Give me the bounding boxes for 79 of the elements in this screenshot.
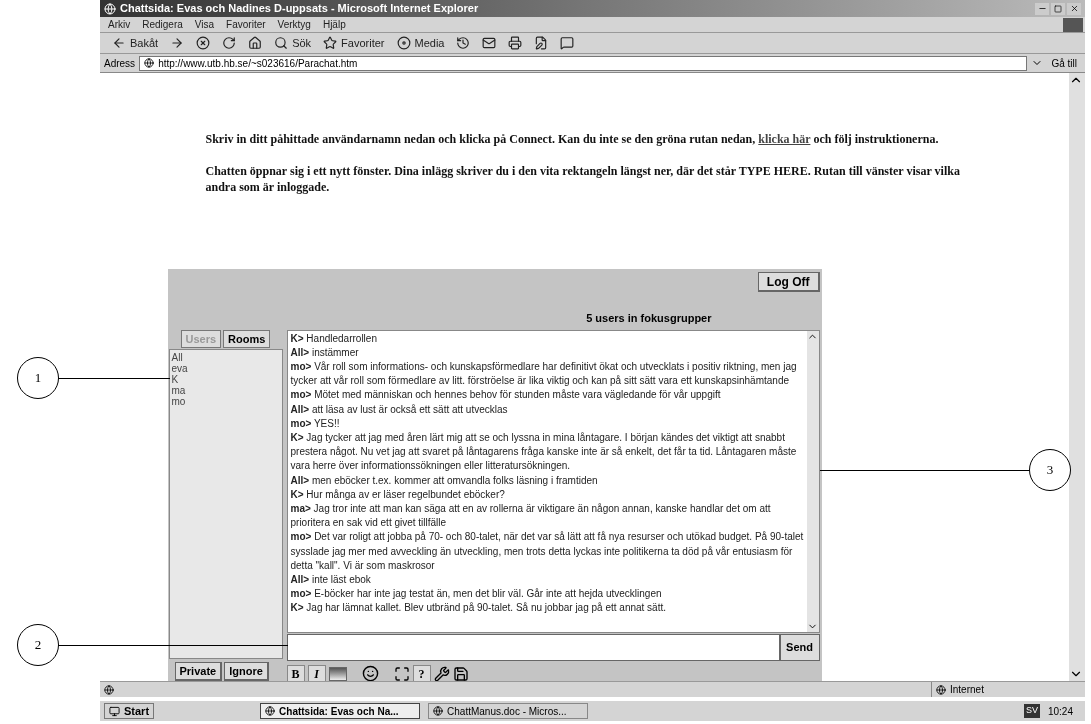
menu-item[interactable]: Redigera	[142, 17, 183, 32]
window-icon	[265, 706, 276, 716]
chat-bubble-icon	[560, 36, 575, 50]
page-icon	[144, 58, 155, 68]
message-input[interactable]	[286, 633, 780, 661]
address-field[interactable]: http://www.utb.hb.se/~s023616/Parachat.htm	[139, 55, 1028, 71]
address-label: Adress	[104, 56, 136, 71]
security-zone: Internet	[950, 683, 984, 697]
window-title: Chattsida: Evas och Nadines D-uppsats - Microsoft Internet Explorer	[120, 1, 479, 17]
menu-item[interactable]: Hjälp	[322, 17, 346, 32]
chat-message: mo> YES!!	[290, 416, 341, 431]
user-name[interactable]: mo	[171, 395, 282, 407]
page-scrollbar[interactable]	[1069, 73, 1085, 681]
search-icon	[274, 36, 289, 50]
user-name[interactable]: ma	[171, 384, 282, 396]
toolbar-button[interactable]: Favoriter	[319, 34, 389, 52]
globe-icon	[936, 684, 946, 695]
printer-icon	[508, 36, 523, 50]
edit-icon	[534, 36, 549, 50]
wrench-icon[interactable]	[433, 665, 450, 682]
chat-message: K> Jag tycker att jag med åren lärt mig att se och lyssna in mina låntagare. I början kändes det viktigt att snabbt prestera något. Nu vet jag att svaret på låntagarens fråga kanske inte är så enkelt, det får ta tid. Låntagaren måste vara herre över informationssökningen eller litteratursökningen.	[290, 430, 798, 474]
clock: 10:24	[1047, 704, 1074, 719]
maximize-icon	[1054, 4, 1062, 13]
scrollbar[interactable]	[806, 330, 819, 632]
instruction-paragraph: Chatten öppnar sig i ett nytt fönster. Dina inlägg skriver du i den vita rektangeln längst ner, där det står TYPE HERE. Rutan till vänster visar vilka andra som är inloggade.	[205, 163, 961, 195]
room-status: 5 users in fokusgrupper	[586, 311, 712, 326]
taskbar-task[interactable]: ChattManus.doc - Micros...	[428, 703, 589, 719]
toolbar-button[interactable]: Media	[392, 34, 449, 52]
chat-message: K> Jag har lämnat kallet. Blev utbränd på 90-talet. Så nu jobbar jag på ett annat sätt.	[290, 601, 668, 616]
chat-message: All> att läsa av lust är också ett sätt att utvecklas	[290, 402, 509, 417]
minimize-button[interactable]	[1035, 2, 1049, 15]
mail-icon	[482, 36, 497, 50]
disc-icon	[396, 36, 411, 50]
close-icon	[1069, 4, 1079, 13]
forward-arrow-icon	[170, 36, 185, 50]
menu-item[interactable]: Favoriter	[226, 17, 266, 32]
toolbar-button[interactable]: Sök	[270, 34, 316, 52]
chat-message: All> inte läst ebok	[290, 572, 372, 587]
stop-icon	[196, 36, 211, 50]
send-button[interactable]: Send	[779, 633, 820, 661]
taskbar-task[interactable]: Chattsida: Evas och Na...	[260, 703, 421, 719]
history-icon	[456, 36, 471, 50]
italic-button[interactable]: I	[307, 664, 326, 683]
menu-item[interactable]: Arkiv	[108, 17, 131, 32]
language-indicator: SV	[1023, 704, 1040, 718]
help-link[interactable]: klicka här	[758, 132, 811, 146]
panel-tab[interactable]: Rooms	[223, 329, 271, 348]
star-icon	[323, 36, 338, 50]
expand-icon[interactable]	[393, 665, 410, 682]
refresh-icon	[222, 36, 237, 50]
home-icon	[248, 36, 263, 50]
log-off-button[interactable]: Log Off	[757, 272, 820, 292]
chat-action-button[interactable]: Ignore	[224, 661, 269, 681]
toolbar-button[interactable]: Bakåt	[108, 34, 163, 52]
chat-message: mo> E-böcker har inte jag testat än, men det blir väl. Går inte att hejda utvecklingen	[290, 587, 663, 602]
format-button[interactable]: ?	[412, 664, 431, 683]
chat-message: K> Handledarrollen	[290, 331, 378, 346]
color-swatch-icon[interactable]	[328, 666, 347, 681]
chat-message: mo> Mötet med människan och hennes behov för stunden måste vara vägledande för vår uppgift	[290, 388, 722, 403]
throbber-icon	[1063, 17, 1083, 32]
menu-item[interactable]: Verktyg	[277, 17, 311, 32]
start-button[interactable]: Start	[104, 703, 155, 719]
close-button[interactable]	[1067, 2, 1081, 15]
chat-message: K> Hur många av er läser regelbundet eböcker?	[290, 487, 506, 502]
window-icon	[433, 706, 444, 716]
user-name[interactable]: eva	[171, 362, 282, 374]
page-icon	[104, 684, 114, 695]
chat-message: All> men eböcker t.ex. kommer att omvandla folks läsning i framtiden	[290, 473, 599, 488]
chat-action-button[interactable]: Private	[174, 661, 223, 681]
instruction-paragraph: Skriv in ditt påhittade användarnamn nedan och klicka på Connect. Kan du inte se den gröna rutan nedan, klicka här och följ instruktionerna.	[205, 131, 940, 147]
browser-icon	[104, 2, 116, 15]
go-button[interactable]: Gå till	[1047, 55, 1081, 71]
user-name[interactable]: K	[171, 373, 282, 385]
maximize-button[interactable]	[1051, 2, 1065, 15]
menu-item[interactable]: Visa	[194, 17, 215, 32]
user-name[interactable]: All	[171, 351, 282, 363]
format-button[interactable]: B	[286, 664, 305, 683]
smiley-icon[interactable]	[361, 665, 379, 682]
chat-message: All> instämmer	[290, 345, 360, 360]
